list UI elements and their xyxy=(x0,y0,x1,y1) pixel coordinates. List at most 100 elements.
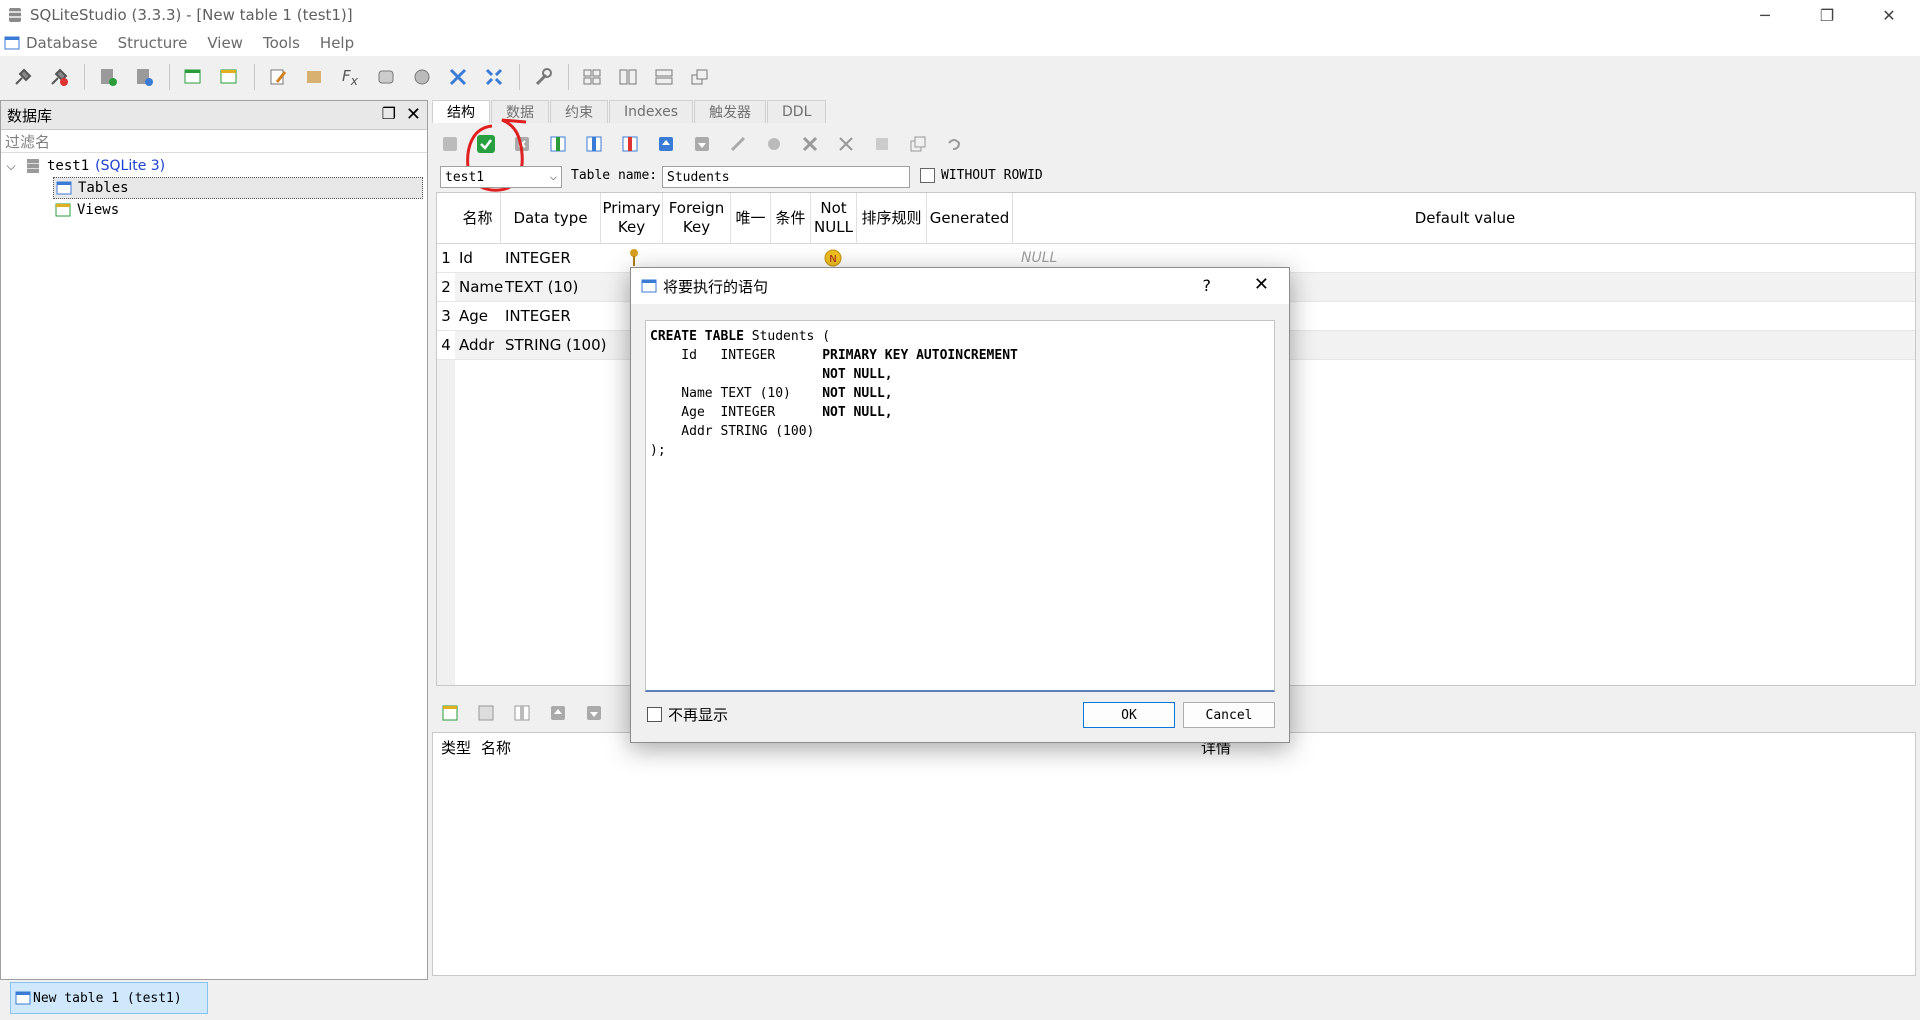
undo-button[interactable] xyxy=(940,130,968,158)
constraints-toolbar xyxy=(436,698,616,728)
menu-view[interactable]: View xyxy=(207,34,243,52)
add-database-button[interactable] xyxy=(93,62,123,92)
add-constraint-row-button[interactable] xyxy=(436,699,464,727)
header-name[interactable]: 名称 xyxy=(455,193,501,243)
edit-constraint-row-button[interactable] xyxy=(472,699,500,727)
move-up-button[interactable] xyxy=(652,130,680,158)
arrow-down-icon xyxy=(695,137,709,151)
tree-item-views[interactable]: Views xyxy=(53,199,427,221)
header-default-value[interactable]: Default value xyxy=(1013,193,1915,243)
extensions-button[interactable] xyxy=(407,62,437,92)
tab-ddl[interactable]: DDL xyxy=(767,100,827,123)
layout-cascade-button[interactable] xyxy=(685,62,715,92)
functions-button[interactable]: Fx xyxy=(335,62,365,92)
menu-bar: Database Structure View Tools Help xyxy=(0,30,1920,56)
constraint-icon xyxy=(730,136,746,152)
layout-rows-button[interactable] xyxy=(649,62,679,92)
header-foreign-key[interactable]: Foreign Key xyxy=(663,193,731,243)
menu-help[interactable]: Help xyxy=(320,34,354,52)
table-add-icon xyxy=(184,69,201,84)
tree-item-tables[interactable]: Tables xyxy=(53,177,423,199)
row-number: 1 xyxy=(437,244,455,272)
connect-button[interactable] xyxy=(8,62,38,92)
window-menu-icon[interactable] xyxy=(4,35,20,51)
new-table-button[interactable] xyxy=(178,62,208,92)
refresh-button[interactable] xyxy=(436,130,464,158)
disconnect-button[interactable] xyxy=(44,62,74,92)
tab-indexes[interactable]: Indexes xyxy=(609,100,694,123)
constraints-header-name[interactable]: 名称 xyxy=(481,737,511,758)
edit-database-button[interactable] xyxy=(129,62,159,92)
filter-input[interactable]: 过滤名 xyxy=(1,130,427,153)
row-name: Addr xyxy=(459,336,495,354)
menu-tools[interactable]: Tools xyxy=(263,34,300,52)
delete-constraint-row-button[interactable] xyxy=(508,699,536,727)
layout-grid-button[interactable] xyxy=(577,62,607,92)
import-button[interactable] xyxy=(299,62,329,92)
constraint-up-button[interactable] xyxy=(544,699,572,727)
database-panel-header: 数据库 ❐ ✕ xyxy=(1,101,427,130)
dont-show-again-box[interactable] xyxy=(647,707,662,722)
window-list-button[interactable]: New table 1 (test1) xyxy=(10,982,208,1014)
tile-button[interactable] xyxy=(443,62,473,92)
header-primary-key[interactable]: Primary Key xyxy=(601,193,663,243)
header-collation[interactable]: 排序规则 xyxy=(857,193,927,243)
extension-icon xyxy=(414,69,430,85)
help-icon[interactable]: ? xyxy=(1203,276,1212,295)
dont-show-again-checkbox[interactable]: 不再显示 xyxy=(647,704,728,725)
database-select[interactable]: test1 ⌵ xyxy=(440,166,562,188)
window-list-label: New table 1 (test1) xyxy=(33,990,182,1006)
add-constraint-button[interactable] xyxy=(724,130,752,158)
without-rowid-checkbox[interactable]: WITHOUT ROWID xyxy=(920,168,1043,183)
tree-item-test1[interactable]: ⌵ test1 (SQLite 3) xyxy=(1,155,427,177)
unplug-icon xyxy=(51,68,68,86)
header-generated[interactable]: Generated xyxy=(927,193,1013,243)
sql-line: CREATE TABLE Students ( xyxy=(650,329,831,344)
move-down-button[interactable] xyxy=(688,130,716,158)
index-button[interactable] xyxy=(796,130,824,158)
layout-columns-button[interactable] xyxy=(613,62,643,92)
close-panel-icon[interactable]: ✕ xyxy=(406,104,421,125)
header-not-null[interactable]: Not NULL xyxy=(811,193,857,243)
ok-button[interactable]: OK xyxy=(1083,702,1175,728)
edit-table-button[interactable] xyxy=(214,62,244,92)
cascade-button[interactable] xyxy=(479,62,509,92)
add-constraint-icon xyxy=(442,705,458,721)
trigger-button[interactable] xyxy=(832,130,860,158)
create-similar-button[interactable] xyxy=(904,130,932,158)
tab-triggers[interactable]: 触发器 xyxy=(694,100,767,123)
refresh-icon xyxy=(443,137,457,151)
delete-constraint-icon xyxy=(514,705,530,721)
constraint-down-button[interactable] xyxy=(580,699,608,727)
sql-preview[interactable]: CREATE TABLE Students ( Id INTEGER PRIMA… xyxy=(645,320,1275,692)
trigger-icon xyxy=(839,137,853,151)
window-title: SQLiteStudio (3.3.3) - [New table 1 (tes… xyxy=(30,6,353,24)
table-name-input[interactable]: Students xyxy=(662,166,910,188)
collations-button[interactable] xyxy=(371,62,401,92)
tile-icon xyxy=(449,68,467,86)
cancel-button[interactable]: Cancel xyxy=(1183,702,1275,728)
float-panel-icon[interactable]: ❐ xyxy=(382,104,396,125)
edit-column-button[interactable] xyxy=(580,130,608,158)
restore-button[interactable]: ❐ xyxy=(1796,0,1858,30)
constraint-options-button[interactable] xyxy=(760,130,788,158)
dialog-close-icon[interactable]: ✕ xyxy=(1254,274,1269,295)
constraints-header-type[interactable]: 类型 xyxy=(441,737,471,758)
add-column-button[interactable] xyxy=(544,130,572,158)
without-rowid-box[interactable] xyxy=(920,168,935,183)
wrench-icon xyxy=(535,68,552,86)
menu-structure[interactable]: Structure xyxy=(118,34,188,52)
close-button[interactable]: ✕ xyxy=(1858,0,1920,30)
sql-editor-button[interactable] xyxy=(263,62,293,92)
tab-constraints[interactable]: 约束 xyxy=(550,100,608,123)
header-data-type[interactable]: Data type xyxy=(501,193,601,243)
chevron-down-icon[interactable]: ⌵ xyxy=(1,159,21,174)
edit-column-icon xyxy=(586,136,602,152)
header-unique[interactable]: 唯一 xyxy=(731,193,771,243)
populate-button[interactable] xyxy=(868,130,896,158)
header-check[interactable]: 条件 xyxy=(771,193,811,243)
minimize-button[interactable]: ─ xyxy=(1734,0,1796,30)
config-button[interactable] xyxy=(528,62,558,92)
delete-column-button[interactable] xyxy=(616,130,644,158)
menu-database[interactable]: Database xyxy=(26,34,98,52)
